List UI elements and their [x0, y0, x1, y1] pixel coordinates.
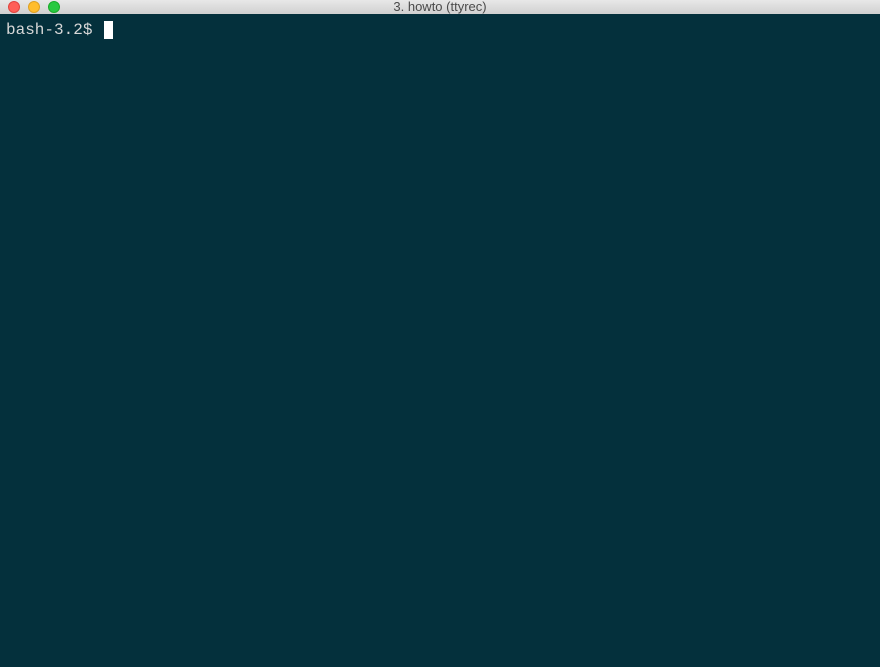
cursor-icon — [104, 21, 113, 39]
traffic-lights — [8, 1, 60, 13]
zoom-button[interactable] — [48, 1, 60, 13]
minimize-button[interactable] — [28, 1, 40, 13]
terminal-body[interactable]: bash-3.2$ — [0, 14, 880, 667]
window-titlebar: 3. howto (ttyrec) — [0, 0, 880, 14]
shell-prompt: bash-3.2$ — [6, 20, 102, 40]
window-title: 3. howto (ttyrec) — [8, 0, 872, 14]
terminal-window: 3. howto (ttyrec) bash-3.2$ — [0, 0, 880, 667]
close-button[interactable] — [8, 1, 20, 13]
prompt-line: bash-3.2$ — [6, 20, 874, 40]
